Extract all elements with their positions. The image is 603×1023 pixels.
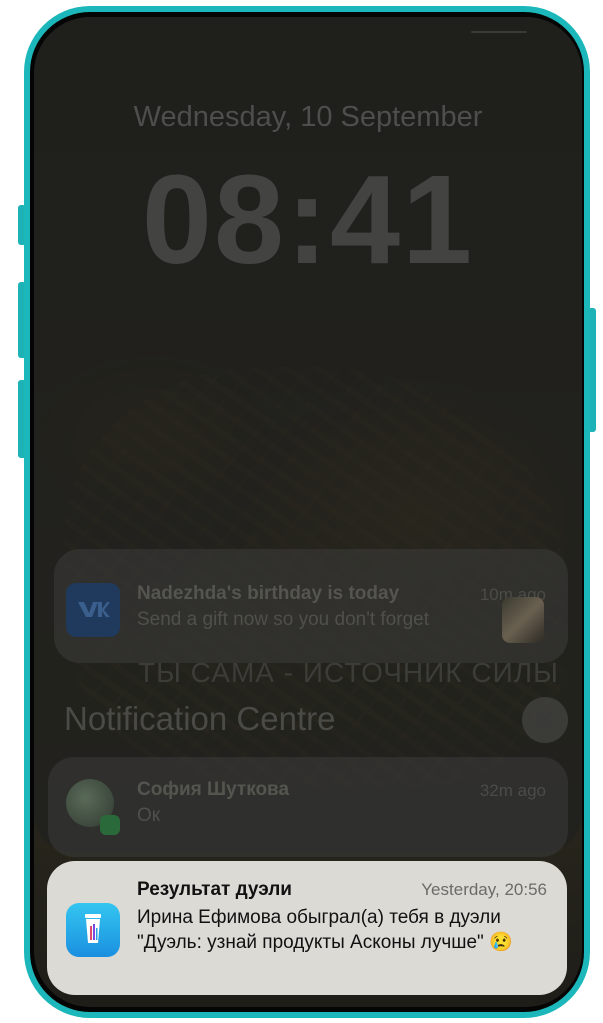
notification-time: 32m ago <box>479 781 546 800</box>
vk-icon <box>66 583 120 637</box>
notification-vk[interactable]: Nadezhda's birthday is today 10m ago Sen… <box>54 549 568 663</box>
cup-icon <box>85 914 101 943</box>
notification-body: Ирина Ефимова обыграл(а) тебя в дуэли "Д… <box>137 907 513 953</box>
notification-title: Nadezhda's birthday is today <box>137 583 400 604</box>
lockscreen-date: Wednesday, 10 September <box>133 101 483 133</box>
dim-overlay: Wednesday, 10 September 08:41 Nadezhda's… <box>34 17 582 857</box>
notification-duel-result[interactable]: Результат дуэли Yesterday, 20:56 Ирина Е… <box>47 861 567 995</box>
lockscreen-time: 08:41 <box>141 149 475 290</box>
notification-body: Ок <box>137 805 161 826</box>
status-bar-indicator <box>471 31 527 33</box>
wallpaper-slogan: ТЫ САМА - ИСТОЧНИК СИЛЫ <box>138 657 559 688</box>
notification-title: Результат дуэли <box>137 879 292 900</box>
notification-body: Send a gift now so you don't forget <box>137 609 429 630</box>
duel-app-icon <box>66 903 120 957</box>
notification-title: София Шуткова <box>137 779 290 800</box>
lock-screen: Wednesday, 10 September 08:41 Nadezhda's… <box>34 17 582 1007</box>
notification-centre-title: Notification Centre <box>64 700 336 737</box>
close-icon[interactable]: ✕ <box>522 697 568 743</box>
whatsapp-icon <box>100 815 120 835</box>
notification-sofia[interactable]: София Шуткова 32m ago Ок <box>48 757 568 857</box>
notification-time: Yesterday, 20:56 <box>421 880 547 899</box>
notification-thumbnail <box>502 597 544 643</box>
